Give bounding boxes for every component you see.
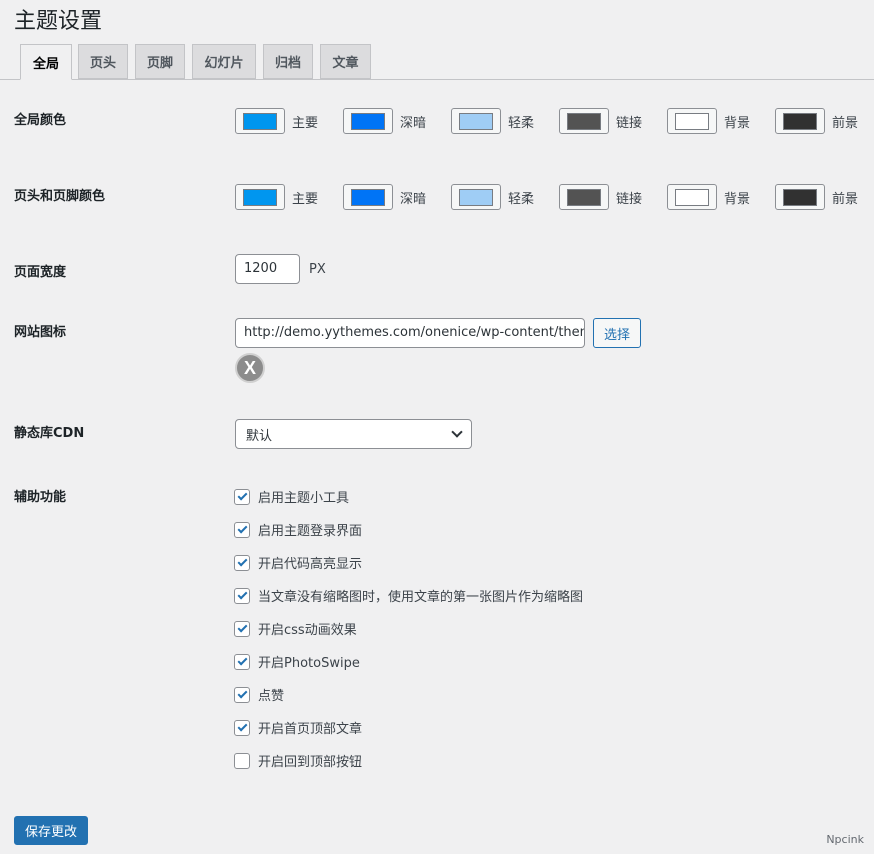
color-label: 轻柔 bbox=[508, 188, 552, 207]
checkbox[interactable] bbox=[234, 720, 250, 736]
check-icon bbox=[237, 689, 247, 699]
color-chip bbox=[783, 113, 817, 130]
color-chip bbox=[351, 189, 385, 206]
cdn-select-value: 默认 bbox=[246, 425, 272, 444]
header-footer-colors-swatches: 主要 深暗 轻柔 链接 背景 前景 bbox=[235, 184, 874, 210]
checkbox-label[interactable]: 开启PhotoSwipe bbox=[258, 652, 360, 671]
tab-post[interactable]: 文章 bbox=[320, 44, 371, 79]
tab-bar: 全局 页头 页脚 幻灯片 归档 文章 bbox=[0, 44, 874, 80]
color-chip bbox=[459, 189, 493, 206]
check-icon bbox=[237, 557, 247, 567]
color-chip bbox=[243, 189, 277, 206]
color-picker-button[interactable] bbox=[667, 108, 717, 134]
footer-brand: Npcink bbox=[826, 833, 864, 846]
save-button[interactable]: 保存更改 bbox=[14, 816, 88, 845]
color-picker-button[interactable] bbox=[235, 184, 285, 210]
checkbox-row: 开启回到顶部按钮 bbox=[234, 751, 362, 770]
tab-slideshow[interactable]: 幻灯片 bbox=[192, 44, 256, 79]
color-chip bbox=[351, 113, 385, 130]
cdn-label: 静态库CDN bbox=[14, 422, 84, 441]
accessibility-label: 辅助功能 bbox=[14, 486, 66, 505]
checkbox[interactable] bbox=[234, 588, 250, 604]
color-picker-button[interactable] bbox=[667, 184, 717, 210]
tab-header[interactable]: 页头 bbox=[78, 44, 128, 79]
checkbox-row: 启用主题登录界面 bbox=[234, 520, 362, 539]
check-icon bbox=[237, 491, 247, 501]
color-chip bbox=[675, 113, 709, 130]
check-icon bbox=[237, 623, 247, 633]
checkbox-label[interactable]: 开启首页顶部文章 bbox=[258, 718, 362, 737]
checkbox[interactable] bbox=[234, 522, 250, 538]
checkbox[interactable] bbox=[234, 654, 250, 670]
color-picker-button[interactable] bbox=[343, 184, 393, 210]
checkbox-label[interactable]: 开启代码高亮显示 bbox=[258, 553, 362, 572]
checkbox-row: 启用主题小工具 bbox=[234, 487, 349, 506]
global-colors-swatches: 主要 深暗 轻柔 链接 背景 前景 bbox=[235, 108, 874, 134]
color-picker-button[interactable] bbox=[343, 108, 393, 134]
page-width-input[interactable]: 1200 bbox=[235, 254, 300, 284]
color-picker-button[interactable] bbox=[451, 108, 501, 134]
checkbox-row: 开启首页顶部文章 bbox=[234, 718, 362, 737]
checkbox-label[interactable]: 启用主题小工具 bbox=[258, 487, 349, 506]
color-picker-button[interactable] bbox=[775, 108, 825, 134]
chevron-down-icon bbox=[451, 426, 462, 437]
color-picker-button[interactable] bbox=[559, 184, 609, 210]
color-picker-button[interactable] bbox=[559, 108, 609, 134]
check-icon bbox=[237, 524, 247, 534]
color-picker-button[interactable] bbox=[775, 184, 825, 210]
color-chip bbox=[567, 189, 601, 206]
checkbox-row: 点赞 bbox=[234, 685, 284, 704]
color-label: 主要 bbox=[292, 112, 336, 131]
color-label: 深暗 bbox=[400, 188, 444, 207]
page-title: 主题设置 bbox=[14, 3, 102, 35]
checkbox-row: 开启PhotoSwipe bbox=[234, 652, 360, 671]
color-label: 背景 bbox=[724, 112, 768, 131]
tab-global[interactable]: 全局 bbox=[20, 44, 72, 80]
favicon-label: 网站图标 bbox=[14, 321, 66, 340]
tab-archive[interactable]: 归档 bbox=[263, 44, 313, 79]
checkbox-row: 开启代码高亮显示 bbox=[234, 553, 362, 572]
color-chip bbox=[243, 113, 277, 130]
color-label: 链接 bbox=[616, 112, 660, 131]
checkbox-label[interactable]: 启用主题登录界面 bbox=[258, 520, 362, 539]
checkbox-label[interactable]: 点赞 bbox=[258, 685, 284, 704]
global-colors-label: 全局颜色 bbox=[14, 109, 66, 128]
check-icon bbox=[237, 590, 247, 600]
checkbox[interactable] bbox=[234, 753, 250, 769]
check-icon bbox=[237, 656, 247, 666]
check-icon bbox=[237, 722, 247, 732]
checkbox-label[interactable]: 当文章没有缩略图时，使用文章的第一张图片作为缩略图 bbox=[258, 586, 583, 605]
color-label: 前景 bbox=[832, 112, 874, 131]
color-picker-button[interactable] bbox=[451, 184, 501, 210]
tab-footer[interactable]: 页脚 bbox=[135, 44, 185, 79]
color-label: 轻柔 bbox=[508, 112, 552, 131]
page-width-unit: PX bbox=[309, 262, 326, 277]
checkbox[interactable] bbox=[234, 621, 250, 637]
color-label: 背景 bbox=[724, 188, 768, 207]
color-label: 深暗 bbox=[400, 112, 444, 131]
checkbox[interactable] bbox=[234, 489, 250, 505]
checkbox-label[interactable]: 开启回到顶部按钮 bbox=[258, 751, 362, 770]
color-picker-button[interactable] bbox=[235, 108, 285, 134]
checkbox-label[interactable]: 开启css动画效果 bbox=[258, 619, 357, 638]
color-label: 主要 bbox=[292, 188, 336, 207]
cdn-select[interactable]: 默认 bbox=[235, 419, 472, 449]
favicon-preview-icon: X bbox=[235, 353, 265, 383]
header-footer-colors-label: 页头和页脚颜色 bbox=[14, 185, 105, 204]
color-chip bbox=[567, 113, 601, 130]
checkbox[interactable] bbox=[234, 687, 250, 703]
favicon-url-input[interactable]: http://demo.yythemes.com/onenice/wp-cont… bbox=[235, 318, 585, 348]
color-chip bbox=[783, 189, 817, 206]
checkbox-row: 开启css动画效果 bbox=[234, 619, 357, 638]
checkbox[interactable] bbox=[234, 555, 250, 571]
color-chip bbox=[675, 189, 709, 206]
color-label: 链接 bbox=[616, 188, 660, 207]
favicon-select-button[interactable]: 选择 bbox=[593, 318, 641, 348]
checkbox-row: 当文章没有缩略图时，使用文章的第一张图片作为缩略图 bbox=[234, 586, 583, 605]
page-width-label: 页面宽度 bbox=[14, 261, 66, 280]
color-label: 前景 bbox=[832, 188, 874, 207]
color-chip bbox=[459, 113, 493, 130]
